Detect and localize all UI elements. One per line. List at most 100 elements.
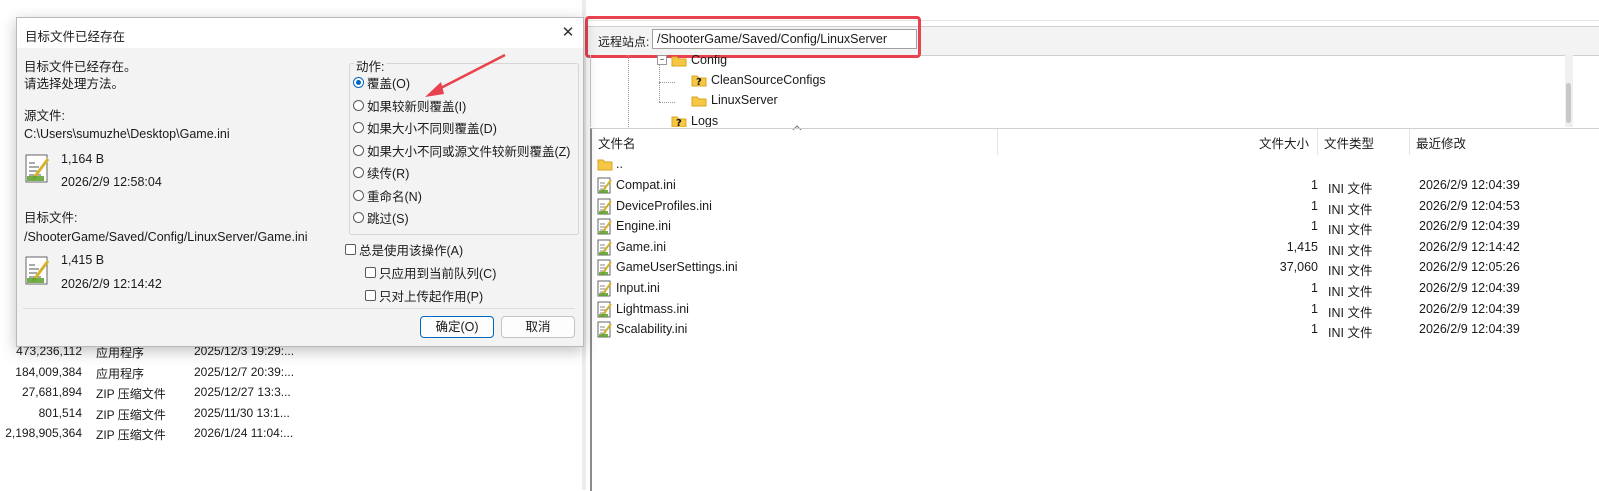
unknown-folder-icon: ? bbox=[671, 116, 687, 127]
ini-file-icon bbox=[25, 256, 50, 285]
action-option-label: 重命名(N) bbox=[367, 190, 422, 204]
table-row[interactable]: GameUserSettings.ini 37,060 INI 文件 2026/2/9… bbox=[592, 258, 1599, 278]
file-modified: 2026/2/9 12:04:53 bbox=[1419, 198, 1520, 213]
expand-collapse-icon[interactable]: − bbox=[657, 55, 667, 65]
table-row[interactable]: Lightmass.ini 1 INI 文件 2026/2/9 12:04:39 bbox=[592, 300, 1599, 320]
source-date: 2026/2/9 12:58:04 bbox=[61, 175, 162, 189]
remote-file-list: 文件名 文件大小 文件类型 最近修改 .. Compat.ini 1 INI 文件 2… bbox=[590, 128, 1599, 491]
action-option[interactable]: 重命名(N) bbox=[353, 186, 422, 205]
action-option[interactable]: 跳过(S) bbox=[353, 208, 409, 227]
file-name: Lightmass.ini bbox=[616, 301, 689, 316]
ini-file-icon bbox=[597, 280, 612, 297]
file-type: INI 文件 bbox=[1328, 223, 1373, 238]
unknown-folder-icon: ? bbox=[691, 75, 707, 87]
file-modified: 2026/2/9 12:05:26 bbox=[1419, 260, 1520, 275]
action-option[interactable]: 如果大小不同或源文件较新则覆盖(Z) bbox=[353, 141, 570, 160]
file-size: 801,514 bbox=[38, 405, 82, 420]
table-row[interactable]: 801,514 ZIP 压缩文件 2025/11/30 13:1... bbox=[0, 404, 582, 424]
table-row[interactable]: DeviceProfiles.ini 1 INI 文件 2026/2/9 12:04:… bbox=[592, 197, 1599, 217]
file-size: 2,198,905,364 bbox=[5, 426, 82, 441]
table-row[interactable]: 184,009,384 应用程序 2025/12/7 20:39:... bbox=[0, 363, 582, 383]
radio-icon bbox=[353, 145, 364, 156]
action-option[interactable]: 覆盖(O) bbox=[353, 73, 410, 92]
dialog-title: 目标文件已经存在 bbox=[25, 30, 126, 44]
checkbox-icon bbox=[365, 267, 376, 278]
close-icon[interactable]: ✕ bbox=[555, 20, 581, 46]
current-queue-checkbox[interactable]: 只应用到当前队列(C) bbox=[365, 263, 496, 282]
target-date: 2026/2/9 12:14:42 bbox=[61, 277, 162, 291]
folder-icon bbox=[691, 96, 707, 106]
target-path: /ShooterGame/Saved/Config/LinuxServer/Ga… bbox=[24, 230, 308, 244]
tree-scrollbar[interactable] bbox=[1565, 55, 1573, 127]
file-modified: 2025/12/27 13:3... bbox=[194, 385, 291, 400]
file-type: INI 文件 bbox=[1328, 264, 1373, 279]
column-header-type[interactable]: 文件类型 bbox=[1318, 129, 1410, 155]
file-size: 1 bbox=[1311, 219, 1318, 234]
parent-directory-label: .. bbox=[616, 157, 623, 171]
tree-node-config[interactable]: − Config bbox=[657, 55, 727, 67]
file-name: Engine.ini bbox=[616, 219, 671, 234]
source-label: 源文件: bbox=[24, 109, 65, 123]
always-use-checkbox[interactable]: 总是使用该操作(A) bbox=[345, 240, 463, 259]
source-path: C:\Users\sumuzhe\Desktop\Game.ini bbox=[24, 127, 230, 141]
checkbox-icon bbox=[365, 290, 376, 301]
ini-file-icon bbox=[597, 301, 612, 318]
ini-file-icon bbox=[597, 259, 612, 276]
target-label: 目标文件: bbox=[24, 211, 78, 225]
file-size: 1 bbox=[1311, 322, 1318, 337]
radio-icon bbox=[353, 212, 364, 223]
upload-only-checkbox[interactable]: 只对上传起作用(P) bbox=[365, 286, 483, 305]
action-option[interactable]: 如果大小不同则覆盖(D) bbox=[353, 118, 497, 137]
ini-file-icon bbox=[597, 321, 612, 338]
file-modified: 2026/2/9 12:04:39 bbox=[1419, 301, 1520, 316]
action-option-label: 如果大小不同则覆盖(D) bbox=[367, 122, 497, 136]
table-row[interactable]: Engine.ini 1 INI 文件 2026/2/9 12:04:39 bbox=[592, 217, 1599, 237]
file-size: 1,415 bbox=[1286, 239, 1318, 254]
checkbox-label: 只对上传起作用(P) bbox=[379, 290, 484, 304]
action-option-label: 续传(R) bbox=[367, 167, 410, 181]
file-name: DeviceProfiles.ini bbox=[616, 198, 712, 213]
tree-node-linuxserver[interactable]: LinuxServer bbox=[691, 93, 778, 107]
file-name: Compat.ini bbox=[616, 178, 676, 192]
file-name: Input.ini bbox=[616, 281, 660, 295]
dialog-message-2: 请选择处理方法。 bbox=[24, 77, 125, 91]
cancel-button[interactable]: 取消 bbox=[501, 316, 575, 338]
file-type: INI 文件 bbox=[1328, 182, 1373, 196]
table-row[interactable]: Scalability.ini 1 INI 文件 2026/2/9 12:04:39 bbox=[592, 320, 1599, 340]
file-type: ZIP 压缩文件 bbox=[96, 428, 166, 443]
checkbox-label: 总是使用该操作(A) bbox=[359, 244, 464, 258]
file-type: INI 文件 bbox=[1328, 326, 1373, 341]
table-row[interactable]: 27,681,894 ZIP 压缩文件 2025/12/27 13:3... bbox=[0, 383, 582, 403]
file-modified: 2026/2/9 12:04:39 bbox=[1419, 219, 1520, 234]
column-header-size[interactable]: 文件大小 bbox=[998, 129, 1318, 155]
tree-node-logs[interactable]: ? Logs bbox=[671, 114, 718, 127]
table-row[interactable]: Compat.ini 1 INI 文件 2026/2/9 12:04:39 bbox=[592, 176, 1599, 196]
ini-file-icon bbox=[25, 154, 50, 183]
radio-icon bbox=[353, 122, 364, 133]
action-option[interactable]: 续传(R) bbox=[353, 163, 409, 182]
file-size: 184,009,384 bbox=[15, 364, 82, 379]
column-header-name[interactable]: 文件名 bbox=[592, 129, 998, 155]
table-row[interactable]: Game.ini 1,415 INI 文件 2026/2/9 12:14:42 bbox=[592, 238, 1599, 258]
tree-node-cleansourceconfigs[interactable]: ? CleanSourceConfigs bbox=[691, 73, 826, 87]
highlight-box bbox=[585, 16, 921, 58]
action-option-label: 覆盖(O) bbox=[367, 77, 411, 91]
source-size: 1,164 B bbox=[61, 152, 105, 166]
list-item-parent[interactable]: .. bbox=[592, 155, 1599, 175]
tree-node-label: LinuxServer bbox=[711, 93, 778, 107]
ok-button[interactable]: 确定(O) bbox=[420, 316, 494, 338]
column-header-modified[interactable]: 最近修改 bbox=[1410, 129, 1599, 155]
ini-file-icon bbox=[597, 218, 612, 235]
tree-node-label: Config bbox=[691, 55, 728, 67]
file-modified: 2025/12/7 20:39:... bbox=[194, 364, 295, 379]
table-row[interactable]: Input.ini 1 INI 文件 2026/2/9 12:04:39 bbox=[592, 279, 1599, 299]
radio-icon bbox=[353, 100, 364, 111]
table-row[interactable]: 2,198,905,364 ZIP 压缩文件 2026/1/24 11:04:... bbox=[0, 424, 582, 444]
action-option-label: 跳过(S) bbox=[367, 212, 409, 226]
file-modified: 2025/11/30 13:1... bbox=[194, 405, 290, 420]
ini-file-icon bbox=[597, 198, 612, 215]
svg-text:?: ? bbox=[676, 118, 682, 127]
file-exists-dialog: 目标文件已经存在 ✕ 目标文件已经存在。 请选择处理方法。 源文件: C:\Us… bbox=[16, 17, 584, 347]
target-size: 1,415 B bbox=[61, 253, 105, 267]
remote-folder-tree: − Config ? CleanSourceConfigs LinuxServe… bbox=[590, 55, 1566, 127]
